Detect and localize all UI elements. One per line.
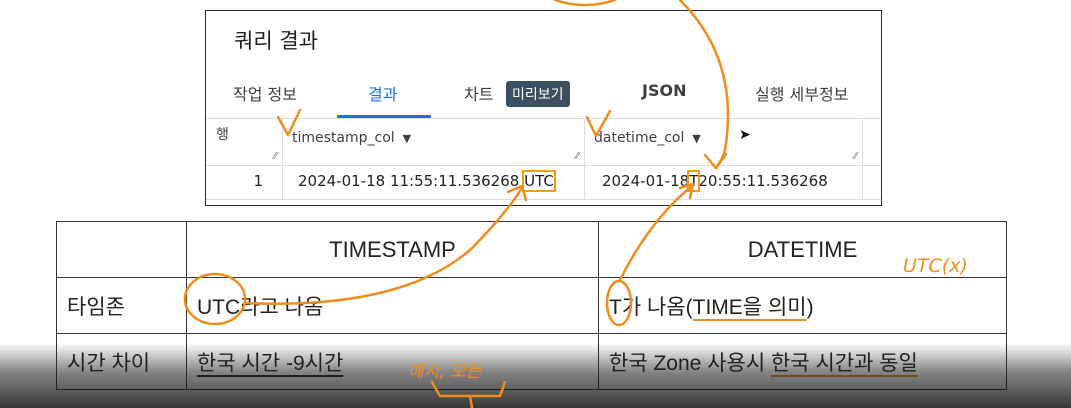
datetime-cell[interactable]: 2024-01-18T20:55:11.536268 xyxy=(585,164,863,199)
timestamp-cell[interactable]: 2024-01-18 11:55:11.536268 UTC xyxy=(283,164,585,199)
comparison-header-row: TIMESTAMP DATETIME xyxy=(56,221,1007,278)
tab-execution-details[interactable]: 실행 세부정보 xyxy=(755,81,848,105)
panel-title: 쿼리 결과 xyxy=(234,29,318,53)
datetime-time-part: 20:55:11.536268 xyxy=(698,172,828,190)
tab-json[interactable]: JSON xyxy=(642,81,686,100)
timezone-datetime-prefix: T가 나옴( xyxy=(609,295,693,319)
timezone-timestamp: UTC라고 나옴 xyxy=(186,277,599,334)
preview-badge: 미리보기 xyxy=(506,81,570,107)
column-header-timestamp[interactable]: timestamp_col ▼ ⁄⁄ xyxy=(283,119,585,165)
row-filler xyxy=(863,164,883,199)
tab-bar: 작업 정보 결과 차트 미리보기 JSON 실행 세부정보 xyxy=(206,77,881,118)
row-label-timediff: 시간 차이 xyxy=(56,333,187,390)
sort-caret-icon[interactable]: ▼ xyxy=(692,132,700,145)
resize-handle-icon[interactable]: ⁄⁄ xyxy=(274,151,277,162)
datetime-col-name: datetime_col xyxy=(594,130,685,146)
column-header-datetime-label: datetime_col ▼ xyxy=(594,130,701,146)
timezone-datetime-suffix: ) xyxy=(806,295,814,319)
corner-cell xyxy=(56,221,187,278)
comparison-row-timezone: 타임존 UTC라고 나옴 T가 나옴(TIME을 의미) xyxy=(56,277,1007,334)
bottom-arrow-stroke xyxy=(468,394,474,408)
row-number: 1 xyxy=(253,172,263,190)
timediff-datetime: 한국 Zone 사용시 한국 시간과 동일 xyxy=(598,333,1007,390)
column-header-timestamp-label: timestamp_col ▼ xyxy=(292,130,411,146)
datetime-date-part: 2024-01-18 xyxy=(602,172,690,190)
comparison-table: TIMESTAMP DATETIME 타임존 UTC라고 나옴 T가 나옴(TI… xyxy=(56,221,1007,390)
tab-chart-label: 차트 xyxy=(464,85,494,104)
resize-handle-icon[interactable]: ⁄⁄ xyxy=(576,151,579,162)
column-header-datetime[interactable]: datetime_col ▼ ⁄⁄ xyxy=(585,119,863,165)
timezone-datetime: T가 나옴(TIME을 의미) xyxy=(598,277,1007,334)
timediff-timestamp-text: 한국 시간 -9시간 xyxy=(197,351,344,375)
datetime-value: 2024-01-18T20:55:11.536268 xyxy=(602,170,828,192)
timestamp-datetime-part: 2024-01-18 11:55:11.536268 xyxy=(298,172,525,190)
comparison-row-timediff: 시간 차이 한국 시간 -9시간 한국 Zone 사용시 한국 시간과 동일 xyxy=(56,333,1007,390)
tab-chart[interactable]: 차트 미리보기 xyxy=(464,81,570,107)
top-arc-stroke xyxy=(553,0,617,7)
tab-job-info[interactable]: 작업 정보 xyxy=(233,81,297,105)
datetime-t-separator: T xyxy=(687,170,701,192)
row-header-label: 행 xyxy=(216,127,229,143)
timediff-timestamp: 한국 시간 -9시간 xyxy=(186,333,599,390)
timestamp-col-name: timestamp_col xyxy=(292,130,395,146)
timediff-datetime-highlight: 한국 시간과 동일 xyxy=(770,351,918,375)
row-number-cell: 1 xyxy=(206,164,283,199)
row-header-cell: 행 ⁄⁄ xyxy=(206,119,283,165)
query-result-panel: 쿼리 결과 작업 정보 결과 차트 미리보기 JSON 실행 세부정보 행 ⁄⁄… xyxy=(205,10,882,206)
mouse-cursor-icon: ➤ xyxy=(739,127,751,143)
grid-header: 행 ⁄⁄ timestamp_col ▼ ⁄⁄ datetime_col ▼ ⁄⁄ xyxy=(206,118,881,166)
table-row: 1 2024-01-18 11:55:11.536268 UTC 2024-01… xyxy=(206,164,881,200)
header-datetime: DATETIME xyxy=(598,221,1007,278)
resize-handle-icon[interactable]: ⁄⁄ xyxy=(854,151,857,162)
timestamp-value: 2024-01-18 11:55:11.536268 UTC xyxy=(298,170,556,192)
column-header-filler xyxy=(863,119,883,165)
header-timestamp: TIMESTAMP xyxy=(186,221,599,278)
timezone-datetime-meaning: TIME을 의미 xyxy=(692,295,807,319)
row-label-timezone: 타임존 xyxy=(56,277,187,334)
sort-caret-icon[interactable]: ▼ xyxy=(403,132,411,145)
timestamp-utc-suffix: UTC xyxy=(522,170,556,192)
timediff-datetime-prefix: 한국 Zone 사용시 xyxy=(609,351,771,375)
tab-results[interactable]: 결과 xyxy=(368,81,397,105)
